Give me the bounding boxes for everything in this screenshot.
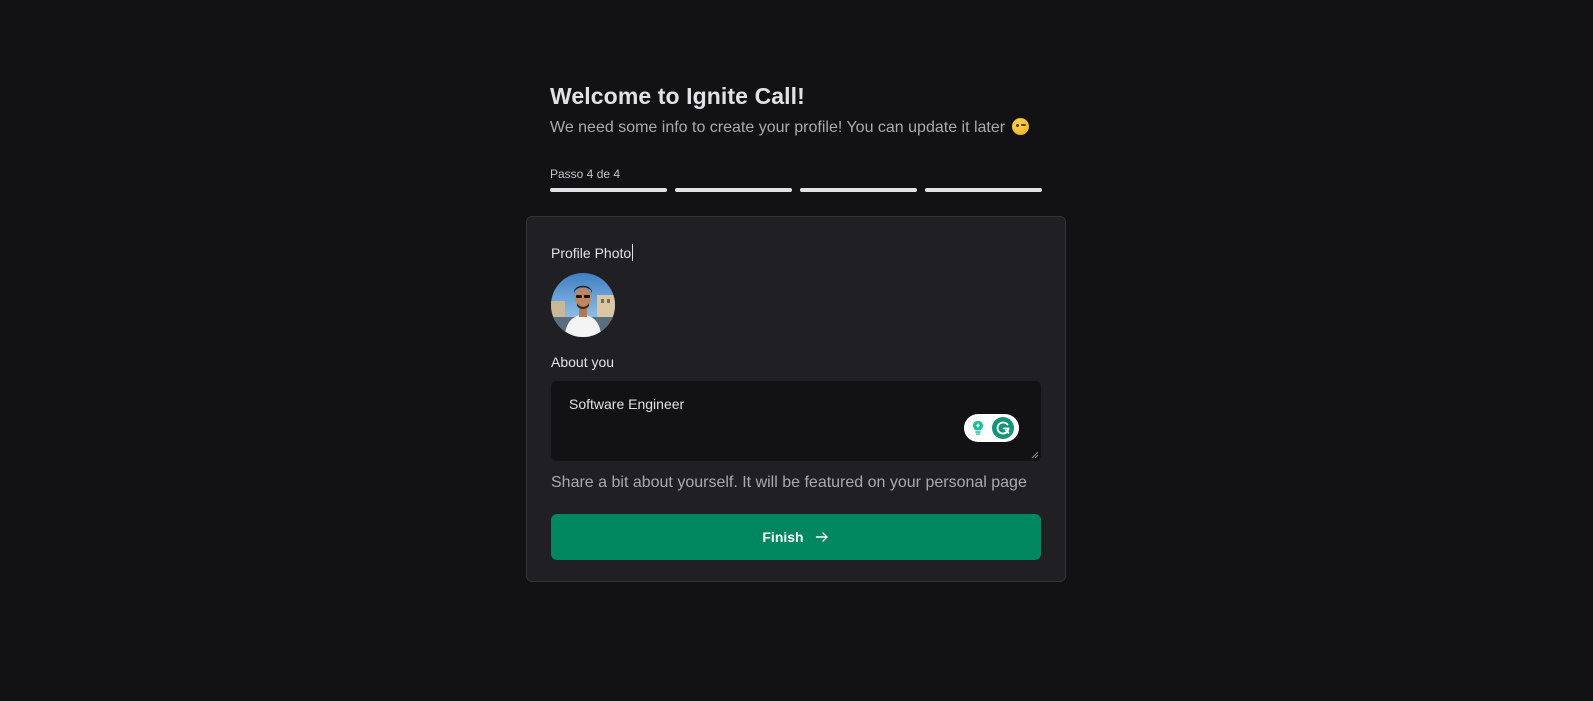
avatar[interactable] <box>551 273 615 337</box>
step-indicator-label: Passo 4 de 4 <box>550 167 621 181</box>
step-segment-4 <box>925 188 1042 192</box>
about-textarea-value[interactable]: Software Engineer <box>569 396 684 412</box>
resize-handle-icon[interactable] <box>1030 450 1039 459</box>
page-title: Welcome to Ignite Call! <box>550 83 805 109</box>
finish-button-label: Finish <box>762 529 804 545</box>
step-segment-2 <box>675 188 792 192</box>
about-you-label: About you <box>551 354 615 370</box>
grammarly-icon[interactable] <box>991 416 1015 440</box>
winking-face-emoji-icon <box>1011 118 1029 135</box>
page-subtitle: We need some info to create your profile… <box>550 117 1040 139</box>
about-helper-text: Share a bit about yourself. It will be f… <box>551 474 1027 491</box>
step-progress-bar <box>550 188 1042 192</box>
page-header: Welcome to Ignite Call! We need some inf… <box>550 82 1040 139</box>
step-segment-3 <box>800 188 917 192</box>
avatar-photo <box>551 273 615 337</box>
profile-form-card: Profile Photo About you Software Enginee… <box>526 216 1066 582</box>
profile-photo-label: Profile Photo <box>551 244 634 261</box>
arrow-right-icon <box>815 532 828 542</box>
grammarly-widget[interactable] <box>964 414 1019 442</box>
text-caret <box>632 244 634 261</box>
profile-photo-label-text: Profile Photo <box>551 245 632 261</box>
finish-button[interactable]: Finish <box>551 514 1041 560</box>
lightbulb-icon[interactable] <box>968 418 989 438</box>
step-segment-1 <box>550 188 667 192</box>
subtitle-text: We need some info to create your profile… <box>550 119 1006 136</box>
about-textarea[interactable]: Software Engineer <box>551 381 1041 461</box>
